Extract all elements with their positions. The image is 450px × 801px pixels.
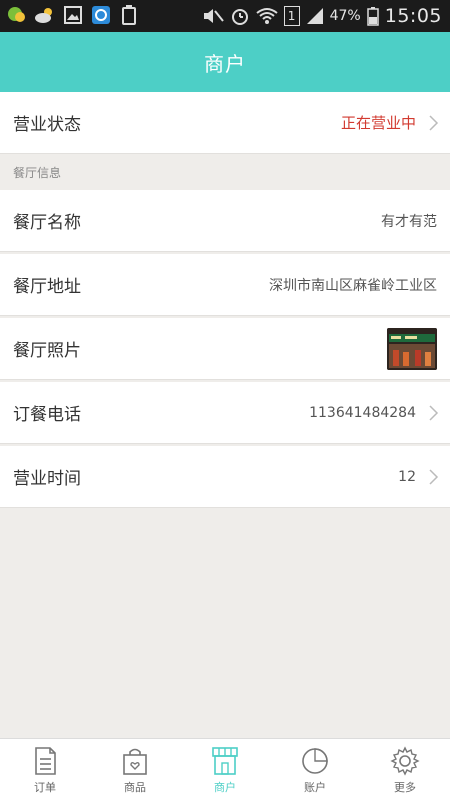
notification-icons xyxy=(6,4,140,26)
order-phone-row[interactable]: 订餐电话 113641484284 xyxy=(0,382,450,444)
business-status-value: 正在营业中 xyxy=(340,114,416,132)
clock: 15:05 xyxy=(384,5,442,27)
page-title: 商户 xyxy=(204,51,246,76)
chevron-right-icon xyxy=(429,468,439,485)
wifi-icon xyxy=(255,8,278,24)
business-hours-value: 12 xyxy=(398,468,416,485)
battery-icon xyxy=(366,7,379,26)
tab-account[interactable]: 账户 xyxy=(270,739,360,801)
chevron-right-icon xyxy=(429,404,439,421)
business-hours-row[interactable]: 营业时间 12 xyxy=(0,446,450,508)
restaurant-name-value: 有才有范 xyxy=(381,213,437,230)
tab-label: 商户 xyxy=(214,781,236,794)
weather-icon xyxy=(34,4,56,26)
mute-icon xyxy=(203,9,224,23)
account-icon xyxy=(302,748,328,774)
app-icon xyxy=(90,4,112,26)
section-title-restaurant-info: 餐厅信息 xyxy=(13,166,62,180)
tab-label: 更多 xyxy=(394,781,416,794)
tab-label: 订单 xyxy=(34,781,56,794)
order-phone-value: 113641484284 xyxy=(309,404,416,421)
tab-merchant[interactable]: 商户 xyxy=(180,739,270,801)
business-status-row[interactable]: 营业状态 正在营业中 xyxy=(0,92,450,154)
gallery-icon xyxy=(62,4,84,26)
alarm-icon xyxy=(231,9,248,25)
battery-percent: 47% xyxy=(329,8,361,24)
order-phone-label: 订餐电话 xyxy=(13,405,81,425)
chevron-right-icon xyxy=(429,114,439,131)
restaurant-photo-thumbnail[interactable] xyxy=(387,327,437,370)
store-icon xyxy=(212,747,238,775)
tab-goods[interactable]: 商品 xyxy=(90,739,180,801)
system-status: 1 47% 15:05 xyxy=(202,0,442,32)
bottom-tab-bar: 订单 商品 商户 账户 更多 xyxy=(0,738,450,801)
tab-orders[interactable]: 订单 xyxy=(0,739,90,801)
sim-badge: 1 xyxy=(283,6,300,26)
page-header: 商户 xyxy=(0,32,450,92)
recycle-battery-icon xyxy=(118,4,140,26)
restaurant-name-row[interactable]: 餐厅名称 有才有范 xyxy=(0,190,450,252)
restaurant-address-label: 餐厅地址 xyxy=(13,277,81,297)
business-hours-label: 营业时间 xyxy=(13,469,81,489)
tab-label: 账户 xyxy=(304,781,326,794)
tab-more[interactable]: 更多 xyxy=(360,739,450,801)
settings-icon xyxy=(390,746,420,776)
goods-icon xyxy=(123,748,147,775)
tab-label: 商品 xyxy=(124,781,146,794)
restaurant-address-value: 深圳市南山区麻雀岭工业区 xyxy=(269,277,437,294)
restaurant-name-label: 餐厅名称 xyxy=(13,213,81,233)
restaurant-photo-label: 餐厅照片 xyxy=(13,341,81,361)
signal-icon xyxy=(306,8,323,24)
business-status-label: 营业状态 xyxy=(13,115,81,135)
restaurant-photo-row[interactable]: 餐厅照片 xyxy=(0,318,450,380)
chat-app-icon xyxy=(6,4,28,26)
status-bar: 1 47% 15:05 xyxy=(0,0,450,32)
restaurant-address-row[interactable]: 餐厅地址 深圳市南山区麻雀岭工业区 xyxy=(0,254,450,316)
order-icon xyxy=(35,747,56,775)
